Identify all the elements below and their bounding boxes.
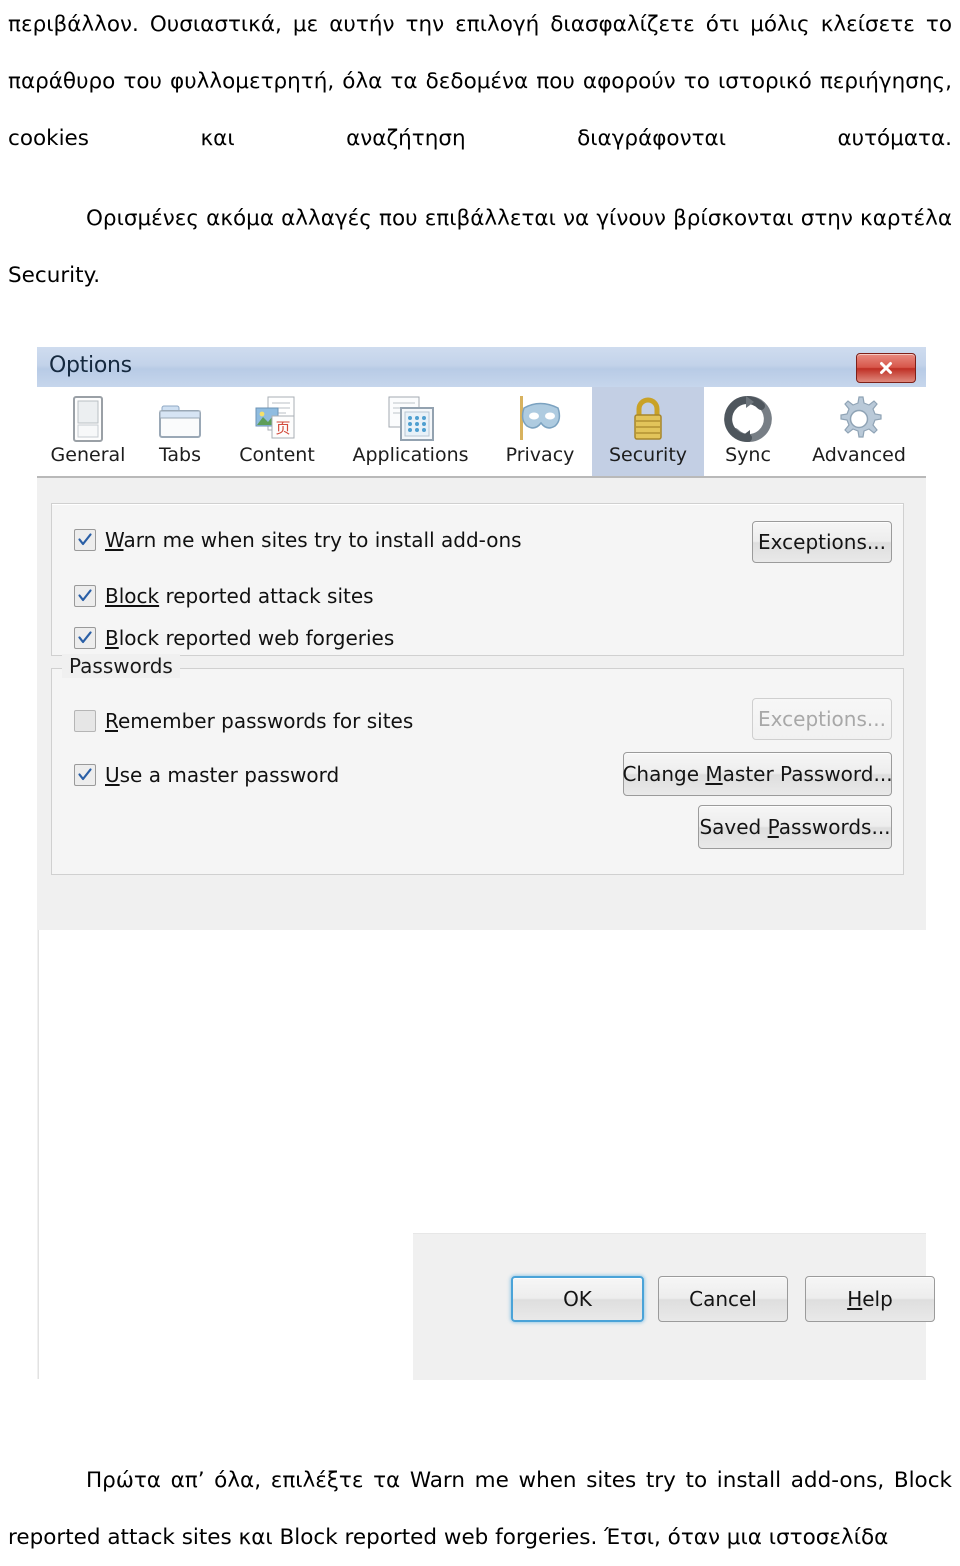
- ok-button[interactable]: OK: [511, 1276, 644, 1322]
- tab-sync[interactable]: Sync: [704, 387, 792, 478]
- button-label-prefix: Change: [622, 762, 706, 786]
- accesskey-letter: P: [767, 815, 779, 839]
- checkbox-label: Use a master password: [105, 763, 339, 787]
- button-label-rest: elp: [862, 1287, 893, 1311]
- checkbox-box[interactable]: [74, 627, 96, 649]
- tab-label: Sync: [725, 444, 771, 466]
- button-label: Exceptions...: [758, 530, 886, 554]
- accesskey-letter: U: [105, 763, 120, 787]
- checkbox-remember-passwords[interactable]: Remember passwords for sites: [74, 709, 413, 733]
- cancel-button[interactable]: Cancel: [658, 1276, 788, 1322]
- button-label: Exceptions...: [758, 707, 886, 731]
- gear-icon: [833, 391, 885, 446]
- accesskey-letter: H: [847, 1287, 863, 1311]
- checkbox-label: Remember passwords for sites: [105, 709, 413, 733]
- paragraph-bottom: Πρώτα απ’ όλα, επιλέξτε τα Warn me when …: [8, 1468, 952, 1550]
- button-label: Change Master Password...: [622, 762, 892, 786]
- button-label-rest: asswords...: [778, 815, 891, 839]
- tab-security[interactable]: Security: [592, 387, 704, 478]
- tab-label: Security: [608, 444, 688, 466]
- checkbox-label-rest: arn me when sites try to install add-ons: [123, 528, 522, 552]
- mask-icon: [510, 391, 570, 446]
- warnings-group: Warn me when sites try to install add-on…: [51, 503, 904, 656]
- tab-privacy[interactable]: Privacy: [488, 387, 592, 478]
- checkbox-label-rest: se a master password: [119, 763, 340, 787]
- dialog-footer: OK Cancel Help: [413, 1233, 935, 1380]
- tab-label: Advanced: [812, 444, 906, 466]
- tab-label: Tabs: [158, 444, 202, 466]
- content-page-icon: 页: [250, 391, 304, 446]
- change-master-password-button[interactable]: Change Master Password...: [622, 752, 893, 796]
- tab-advanced[interactable]: Advanced: [792, 387, 926, 478]
- checkbox-block-web-forgeries[interactable]: Block reported web forgeries: [74, 626, 394, 650]
- checkbox-label-rest: emember passwords for sites: [118, 709, 414, 733]
- checkbox-box[interactable]: [74, 764, 96, 786]
- tab-applications[interactable]: Applications: [333, 387, 488, 478]
- saved-passwords-button[interactable]: Saved Passwords...: [698, 805, 892, 849]
- svg-text:页: 页: [275, 419, 290, 437]
- window-icon: [66, 391, 110, 446]
- checkbox-box[interactable]: [74, 710, 96, 732]
- tab-tabs[interactable]: Tabs: [139, 387, 221, 478]
- dialog-titlebar: Options: [37, 347, 926, 388]
- tab-content[interactable]: 页 Content: [221, 387, 333, 478]
- button-label-prefix: Saved: [699, 815, 768, 839]
- applications-icon: [383, 391, 439, 446]
- checkbox-box[interactable]: [74, 585, 96, 607]
- checkbox-warn-addons[interactable]: Warn me when sites try to install add-on…: [74, 528, 522, 552]
- accesskey-letter: R: [105, 709, 118, 733]
- paragraph-middle: Ορισμένες ακόμα αλλαγές που επιβάλλεται …: [8, 206, 952, 288]
- button-label: Saved Passwords...: [699, 815, 890, 839]
- passwords-group: Passwords Remember passwords for sites U…: [51, 654, 904, 875]
- checkbox-box[interactable]: [74, 529, 96, 551]
- button-label: OK: [563, 1287, 592, 1311]
- accesskey-letter: M: [705, 762, 723, 786]
- padlock-icon: [625, 391, 671, 446]
- checkbox-block-attack-sites[interactable]: Block reported attack sites: [74, 584, 374, 608]
- help-button[interactable]: Help: [805, 1276, 935, 1322]
- tab-label: Applications: [352, 444, 469, 466]
- button-label: Cancel: [689, 1287, 757, 1311]
- sync-arrows-icon: [722, 391, 774, 446]
- tab-label: Privacy: [505, 444, 575, 466]
- checkbox-label: Warn me when sites try to install add-on…: [105, 528, 522, 552]
- close-icon[interactable]: [856, 353, 916, 383]
- options-dialog: Options General Tabs 页 Content Applicati…: [37, 347, 935, 1380]
- checkbox-use-master-password[interactable]: Use a master password: [74, 763, 339, 787]
- checkbox-label-rest: reported attack sites: [159, 584, 374, 608]
- accesskey-letter: W: [105, 528, 124, 552]
- folder-tabs-icon: [156, 391, 204, 446]
- dialog-title: Options: [49, 353, 132, 378]
- tab-general[interactable]: General: [37, 387, 139, 478]
- button-label: Help: [847, 1287, 893, 1311]
- passwords-group-title: Passwords: [62, 654, 180, 678]
- accesskey-letter: B: [105, 626, 119, 650]
- exceptions-passwords-button[interactable]: Exceptions...: [752, 698, 892, 740]
- checkbox-label: Block reported attack sites: [105, 584, 374, 608]
- checkbox-label: Block reported web forgeries: [105, 626, 394, 650]
- dialog-tabstrip: General Tabs 页 Content Applications Priv…: [37, 387, 926, 478]
- tab-label: Content: [239, 444, 315, 466]
- checkbox-label-rest: lock reported web forgeries: [118, 626, 395, 650]
- tab-label: General: [50, 444, 126, 466]
- button-label-rest: aster Password...: [722, 762, 893, 786]
- exceptions-addons-button[interactable]: Exceptions...: [752, 521, 892, 563]
- accesskey-letter: Block: [105, 584, 160, 608]
